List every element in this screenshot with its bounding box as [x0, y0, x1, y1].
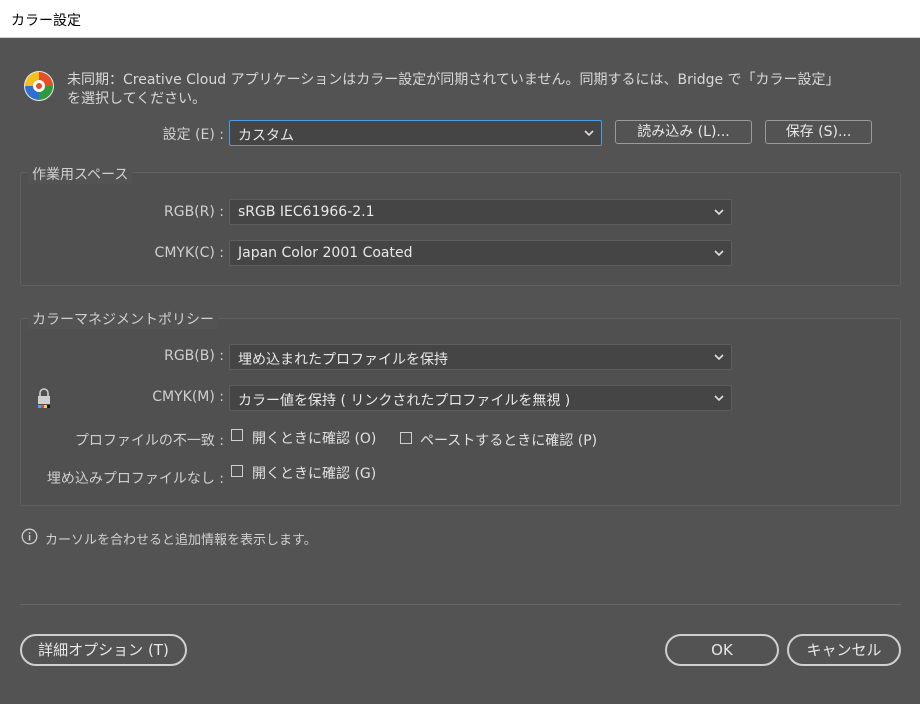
color-sync-icon: [22, 69, 56, 103]
info-text: カーソルを合わせると追加情報を表示します。: [45, 533, 317, 548]
working-rgb-label: RGB(R) :: [164, 204, 224, 220]
chevron-down-icon: [584, 130, 594, 137]
missing-open-label[interactable]: 開くときに確認 (G): [252, 463, 376, 483]
chevron-down-icon: [714, 209, 724, 216]
chevron-down-icon: [714, 395, 724, 402]
chevron-down-icon: [714, 250, 724, 257]
policy-cmyk-label: CMYK(M) :: [152, 389, 224, 405]
missing-profile-label: 埋め込みプロファイルなし :: [46, 471, 224, 487]
working-rgb-value: sRGB IEC61966-2.1: [238, 204, 375, 220]
policy-cmyk-value: カラー値を保持 ( リンクされたプロファイルを無視 ): [238, 393, 571, 409]
lock-icon: [35, 387, 53, 409]
advanced-options-button[interactable]: 詳細オプション (T): [20, 634, 187, 666]
cancel-button[interactable]: キャンセル: [787, 634, 901, 666]
ok-button[interactable]: OK: [665, 634, 779, 666]
policy-cmyk-dropdown[interactable]: カラー値を保持 ( リンクされたプロファイルを無視 ): [229, 385, 732, 411]
missing-open-checkbox[interactable]: [231, 465, 243, 477]
mismatch-open-checkbox[interactable]: [231, 429, 243, 441]
settings-value: カスタム: [238, 128, 294, 144]
working-spaces-group: [20, 172, 901, 286]
policies-title: カラーマネジメントポリシー: [28, 309, 218, 329]
mismatch-paste-checkbox[interactable]: [400, 432, 412, 444]
save-button[interactable]: 保存 (S)...: [765, 120, 872, 144]
policy-rgb-label: RGB(B) :: [164, 348, 224, 364]
working-cmyk-label: CMYK(C) :: [154, 245, 224, 261]
mismatch-open-label[interactable]: 開くときに確認 (O): [252, 428, 376, 448]
working-cmyk-dropdown[interactable]: Japan Color 2001 Coated: [229, 240, 732, 266]
working-cmyk-value: Japan Color 2001 Coated: [238, 245, 413, 261]
policy-rgb-value: 埋め込まれたプロファイルを保持: [238, 352, 448, 368]
window-title: カラー設定: [11, 13, 81, 29]
policy-rgb-dropdown[interactable]: 埋め込まれたプロファイルを保持: [229, 344, 732, 370]
mismatch-paste-label[interactable]: ペーストするときに確認 (P): [420, 430, 597, 450]
working-rgb-dropdown[interactable]: sRGB IEC61966-2.1: [229, 199, 732, 225]
load-button[interactable]: 読み込み (L)...: [615, 120, 752, 144]
mismatch-label: プロファイルの不一致 :: [74, 433, 224, 449]
settings-dropdown[interactable]: カスタム: [229, 120, 602, 146]
footer-divider: [20, 604, 901, 605]
working-spaces-title: 作業用スペース: [28, 164, 133, 184]
info-icon: [21, 528, 38, 545]
title-bar: カラー設定: [0, 0, 920, 38]
chevron-down-icon: [714, 354, 724, 361]
sync-notice-line1: 未同期：Creative Cloud アプリケーションはカラー設定が同期されてい…: [67, 72, 840, 88]
settings-label: 設定 (E) :: [162, 127, 224, 143]
sync-notice-line2: を選択してください。: [67, 91, 207, 107]
